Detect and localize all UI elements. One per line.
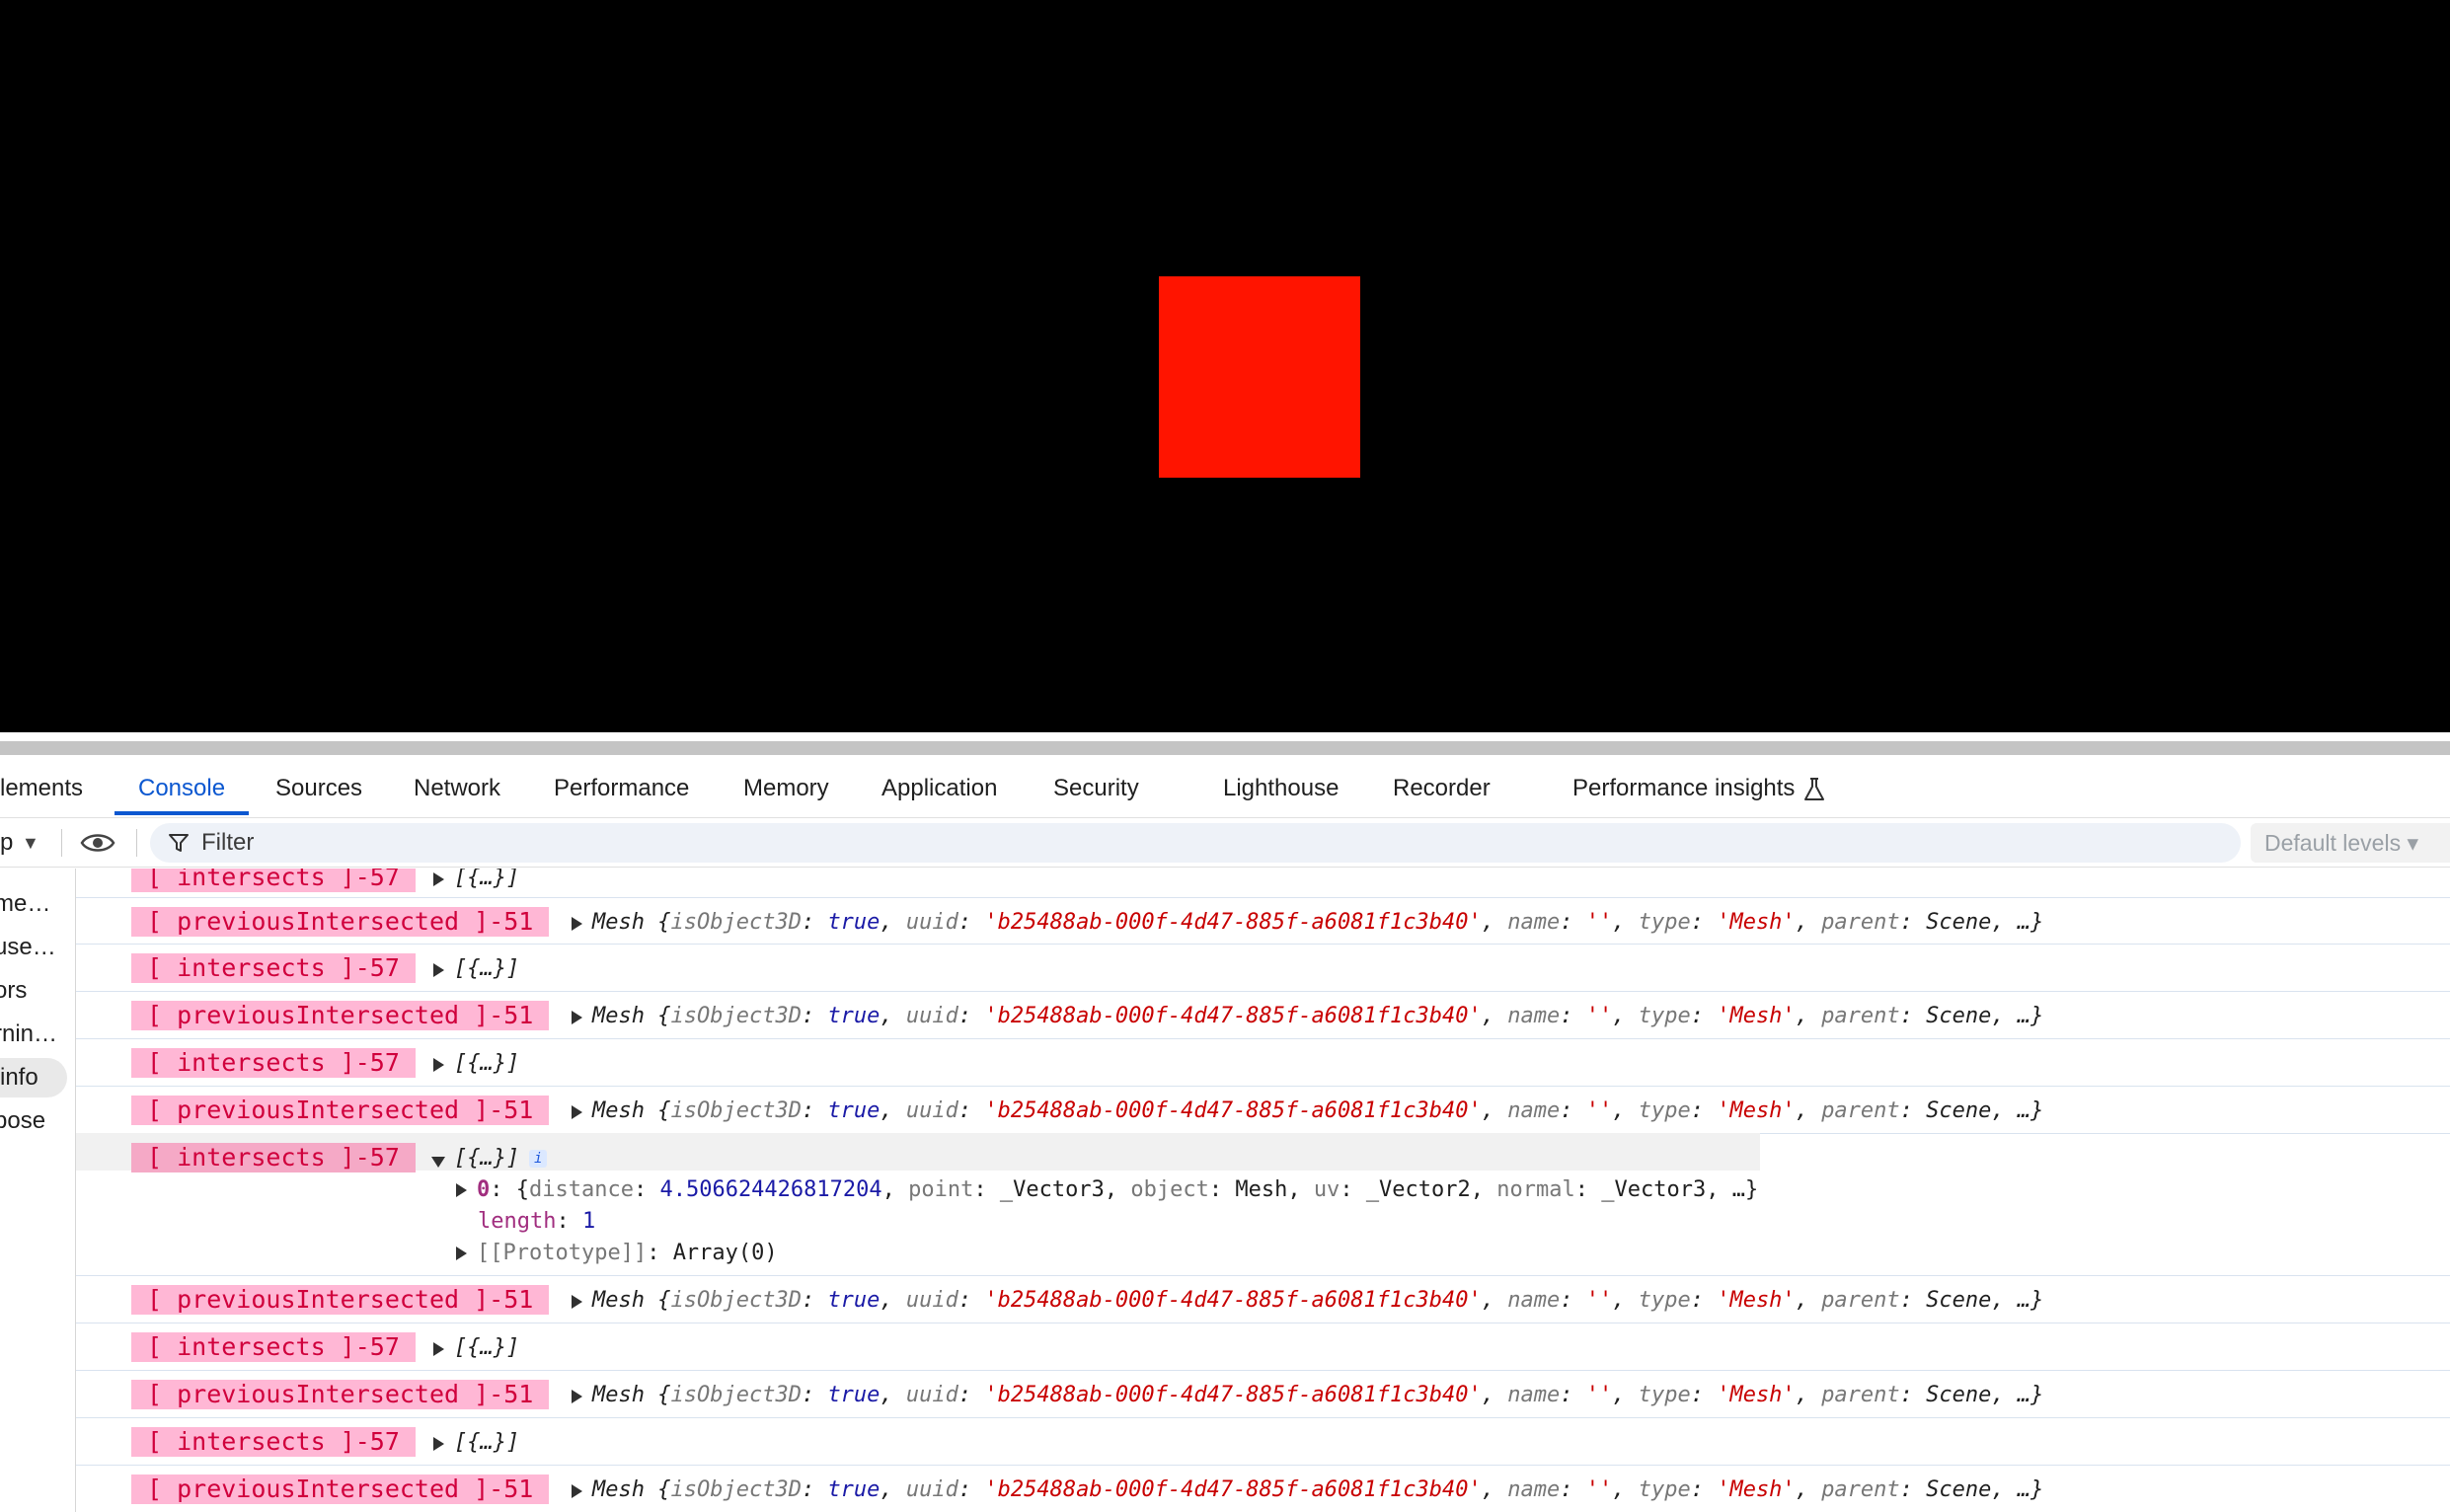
toolbar-divider bbox=[136, 829, 137, 857]
log-label: [ previousIntersected ]-51 bbox=[131, 907, 550, 937]
array-summary[interactable]: [{…}] i bbox=[454, 1144, 548, 1173]
expand-arrow-icon[interactable] bbox=[433, 963, 444, 977]
array-summary[interactable]: [{…}] bbox=[454, 1333, 519, 1363]
mesh-summary[interactable]: Mesh {isObject3D: true, uuid: 'b25488ab-… bbox=[592, 1475, 2043, 1505]
tab-security[interactable]: Security bbox=[1053, 762, 1139, 815]
log-label: [ intersects ]-57 bbox=[131, 1048, 416, 1078]
mesh-summary[interactable]: Mesh {isObject3D: true, uuid: 'b25488ab-… bbox=[592, 1381, 2043, 1410]
expand-arrow-icon[interactable] bbox=[433, 1342, 444, 1356]
tab-performance-insights-label: Performance insights bbox=[1572, 775, 1796, 801]
resize-bar[interactable] bbox=[0, 741, 2450, 755]
log-label: [ intersects ]-57 bbox=[131, 1143, 416, 1172]
mesh-summary[interactable]: Mesh {isObject3D: true, uuid: 'b25488ab-… bbox=[592, 1002, 2043, 1031]
log-label: [ previousIntersected ]-51 bbox=[131, 1474, 550, 1504]
tab-performance[interactable]: Performance bbox=[554, 762, 689, 815]
mesh-summary[interactable]: Mesh {isObject3D: true, uuid: 'b25488ab-… bbox=[592, 1096, 2043, 1126]
tab-elements[interactable]: lements bbox=[0, 762, 83, 815]
console-message-row: [ intersects ]-57 [{…}] bbox=[76, 1417, 2450, 1466]
collapse-arrow-icon[interactable] bbox=[431, 1157, 445, 1168]
sidebar-item-user-messages[interactable]: use… bbox=[0, 928, 56, 967]
console-message-row-expanded: [ intersects ]-57 [{…}] i 0: {distance: 4… bbox=[76, 1133, 2450, 1276]
tab-lighthouse[interactable]: Lighthouse bbox=[1223, 762, 1339, 815]
devtools-tab-bar: lements Console Sources Network Performa… bbox=[0, 762, 2450, 818]
console-message-row: [ intersects ]-57 [{…}] bbox=[76, 944, 2450, 992]
console-message-row: [ previousIntersected ]-51 Mesh {isObjec… bbox=[76, 1086, 2450, 1134]
chevron-down-icon[interactable]: ▼ bbox=[22, 819, 39, 867]
console-sidebar: me… use… ors rnin… info bose bbox=[0, 869, 76, 1512]
array-summary[interactable]: [{…}] bbox=[454, 954, 519, 984]
log-label: [ intersects ]-57 bbox=[131, 953, 416, 983]
console-message-row: [ intersects ]-57 [{…}] bbox=[76, 1038, 2450, 1087]
devtools-resize-handle[interactable] bbox=[0, 732, 2450, 755]
tab-network[interactable]: Network bbox=[414, 762, 500, 815]
filter-icon bbox=[169, 834, 189, 852]
log-label: [ intersects ]-57 bbox=[131, 1332, 416, 1362]
mesh-summary[interactable]: Mesh {isObject3D: true, uuid: 'b25488ab-… bbox=[592, 1286, 2043, 1316]
array-prototype[interactable]: [[Prototype]]: Array(0) bbox=[456, 1239, 778, 1268]
page-canvas[interactable] bbox=[0, 0, 2450, 732]
console-message-row: [ previousIntersected ]-51 Mesh {isObjec… bbox=[76, 897, 2450, 945]
console-message-row: [ intersects ]-57 [{…}] bbox=[76, 1323, 2450, 1371]
sidebar-item-errors[interactable]: ors bbox=[0, 971, 27, 1011]
expand-arrow-icon[interactable] bbox=[456, 1247, 467, 1260]
expand-arrow-icon[interactable] bbox=[433, 1437, 444, 1451]
array-summary[interactable]: [{…}] bbox=[454, 869, 519, 893]
array-summary[interactable]: [{…}] bbox=[454, 1049, 519, 1079]
info-icon[interactable]: i bbox=[529, 1150, 548, 1168]
log-label: [ previousIntersected ]-51 bbox=[131, 1285, 550, 1315]
expand-arrow-icon[interactable] bbox=[456, 1183, 467, 1197]
expand-arrow-icon[interactable] bbox=[572, 1390, 582, 1403]
filter-field[interactable] bbox=[150, 823, 2241, 863]
console-toolbar: p ▼ Default levels ▾ bbox=[0, 819, 2450, 868]
log-levels-dropdown[interactable]: Default levels ▾ bbox=[2251, 823, 2450, 863]
array-summary[interactable]: [{…}] bbox=[454, 1428, 519, 1458]
log-label: [ intersects ]-57 bbox=[131, 869, 416, 892]
toolbar-divider bbox=[61, 829, 62, 857]
expand-arrow-icon[interactable] bbox=[433, 1058, 444, 1072]
expand-arrow-icon[interactable] bbox=[572, 1011, 582, 1024]
context-selector[interactable]: p bbox=[0, 819, 13, 867]
filter-input[interactable] bbox=[201, 823, 2077, 863]
sidebar-item-info[interactable]: info bbox=[0, 1058, 67, 1097]
eye-icon[interactable] bbox=[79, 829, 116, 857]
experiment-flask-icon bbox=[1804, 777, 1825, 800]
console-messages: [ intersects ]-57 [{…}] [ previousInters… bbox=[76, 869, 2450, 1512]
sidebar-item-messages[interactable]: me… bbox=[0, 884, 50, 924]
tab-recorder[interactable]: Recorder bbox=[1393, 762, 1491, 815]
expand-arrow-icon[interactable] bbox=[572, 1295, 582, 1309]
tab-sources[interactable]: Sources bbox=[275, 762, 362, 815]
expand-arrow-icon[interactable] bbox=[433, 872, 444, 886]
log-label: [ intersects ]-57 bbox=[131, 1427, 416, 1457]
sidebar-item-warnings[interactable]: rnin… bbox=[0, 1015, 57, 1054]
tab-memory[interactable]: Memory bbox=[743, 762, 829, 815]
console-message-row: [ intersects ]-57 [{…}] bbox=[76, 869, 2450, 898]
mesh-summary[interactable]: Mesh {isObject3D: true, uuid: 'b25488ab-… bbox=[592, 908, 2043, 938]
log-label: [ previousIntersected ]-51 bbox=[131, 1096, 550, 1125]
console-message-row: [ previousIntersected ]-51 Mesh {isObjec… bbox=[76, 1370, 2450, 1418]
expand-arrow-icon[interactable] bbox=[572, 1484, 582, 1498]
log-label: [ previousIntersected ]-51 bbox=[131, 1001, 550, 1030]
red-cube[interactable] bbox=[1159, 276, 1360, 478]
array-item-0[interactable]: 0: {distance: 4.506624426817204, point: … bbox=[456, 1175, 1758, 1205]
console-message-row: [ previousIntersected ]-51 Mesh {isObjec… bbox=[76, 1275, 2450, 1323]
console-message-row: [ previousIntersected ]-51 Mesh {isObjec… bbox=[76, 991, 2450, 1039]
log-label: [ previousIntersected ]-51 bbox=[131, 1380, 550, 1409]
sidebar-item-verbose[interactable]: bose bbox=[0, 1101, 45, 1141]
tab-application[interactable]: Application bbox=[881, 762, 997, 815]
tab-console[interactable]: Console bbox=[114, 762, 250, 815]
console-message-row: [ previousIntersected ]-51 Mesh {isObjec… bbox=[76, 1465, 2450, 1512]
array-length: length: 1 bbox=[478, 1209, 596, 1234]
expand-arrow-icon[interactable] bbox=[572, 917, 582, 931]
tab-performance-insights[interactable]: Performance insights bbox=[1572, 762, 1826, 815]
expand-arrow-icon[interactable] bbox=[572, 1105, 582, 1119]
